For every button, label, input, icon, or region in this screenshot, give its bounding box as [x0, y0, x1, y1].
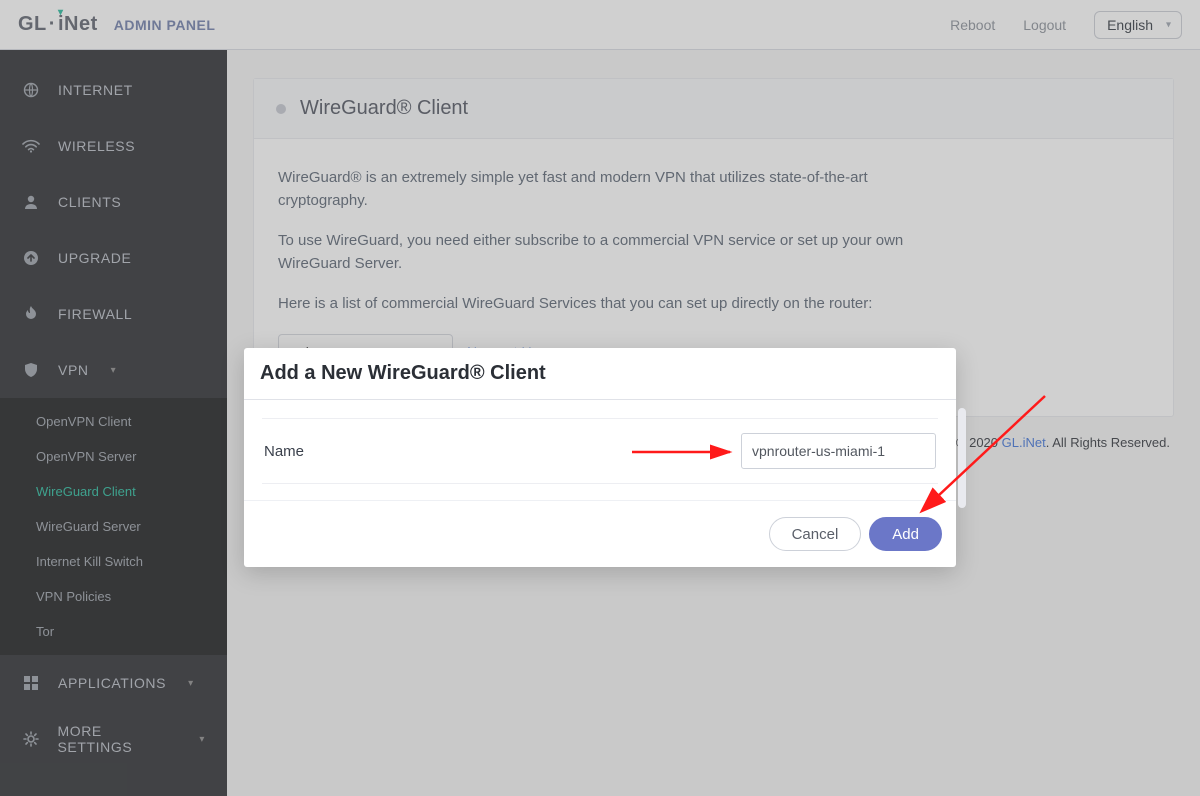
name-input[interactable] — [741, 433, 936, 469]
modal-header: Add a New WireGuard® Client — [244, 348, 956, 395]
cancel-button[interactable]: Cancel — [769, 517, 862, 551]
modal-body: Name — [244, 400, 956, 488]
scrollbar-hint — [958, 408, 966, 508]
modal-footer: Cancel Add — [244, 500, 956, 567]
name-label: Name — [264, 443, 304, 460]
add-wireguard-client-modal: Add a New WireGuard® Client Name Cancel … — [244, 348, 956, 567]
add-button[interactable]: Add — [869, 517, 942, 551]
modal-title: Add a New WireGuard® Client — [260, 362, 940, 385]
form-row-name: Name — [262, 418, 938, 484]
